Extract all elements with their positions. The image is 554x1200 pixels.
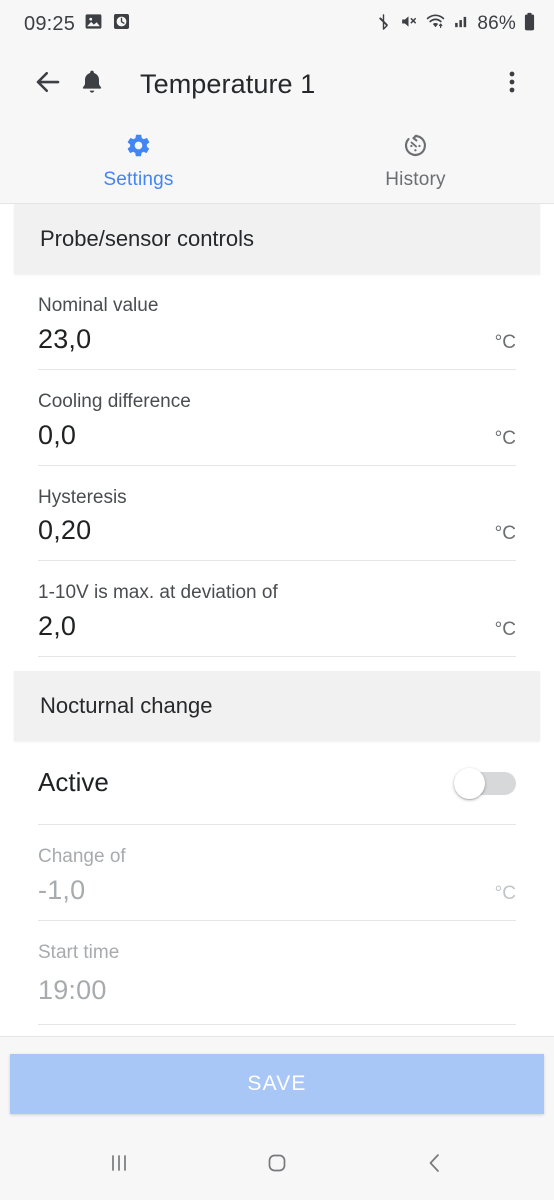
tab-history-label: History — [385, 169, 446, 190]
field-value[interactable]: 0,20 — [38, 515, 91, 546]
alarm-icon — [112, 12, 131, 36]
save-button[interactable]: SAVE — [10, 1053, 544, 1114]
field-label: Hysteresis — [38, 486, 127, 508]
tab-history[interactable]: History — [277, 120, 554, 203]
home-button[interactable] — [242, 1130, 312, 1200]
field-label: Change of — [38, 846, 126, 867]
wifi-icon — [425, 12, 446, 36]
section-title: Probe/sensor controls — [40, 226, 254, 251]
field-start-time: Start time 19:00 — [38, 921, 516, 1025]
tab-settings[interactable]: Settings — [0, 120, 277, 203]
field-label: Nominal value — [38, 295, 159, 316]
field-unit: °C — [494, 882, 516, 904]
toggle-label: Active — [38, 767, 109, 797]
field-unit: °C — [494, 619, 516, 640]
gallery-icon — [84, 12, 103, 36]
field-label: Cooling difference — [38, 390, 191, 412]
status-bar-clock: 09:25 — [24, 12, 76, 35]
settings-list[interactable]: Probe/sensor controls Nominal value 23,0… — [0, 204, 554, 1036]
tab-bar: Settings History — [0, 120, 554, 204]
field-value: 19:00 — [38, 974, 107, 1005]
field-unit: °C — [494, 523, 516, 545]
section-header-probe-sensor-controls: Probe/sensor controls — [14, 204, 540, 274]
page-title: Temperature 1 — [140, 68, 316, 99]
bluetooth-icon — [375, 12, 392, 37]
row-active-toggle[interactable]: Active — [38, 741, 516, 825]
app-bar: Temperature 1 — [0, 48, 554, 120]
battery-icon — [523, 12, 536, 37]
field-row: 0,0 °C — [38, 414, 516, 465]
field-change-of: Change of -1,0 °C — [38, 825, 516, 921]
battery-percent-label: 86% — [477, 13, 516, 34]
history-icon — [402, 132, 429, 164]
cellular-signal-icon — [453, 12, 470, 36]
field-unit: °C — [494, 427, 516, 449]
status-bar: 09:25 86% — [0, 0, 554, 48]
active-switch[interactable] — [454, 767, 516, 799]
field-row: 0,20 °C — [38, 509, 516, 560]
field-nominal-value[interactable]: Nominal value 23,0 °C — [38, 274, 516, 370]
field-row: 2,0 °C — [38, 605, 516, 656]
overflow-menu-button[interactable] — [490, 62, 534, 106]
field-label: 1-10V is max. at deviation of — [38, 582, 278, 604]
recents-icon — [106, 1150, 132, 1181]
field-row: 23,0 °C — [38, 318, 516, 369]
volume-muted-icon — [399, 12, 418, 36]
field-unit: °C — [494, 331, 516, 353]
recents-button[interactable] — [84, 1130, 154, 1200]
field-row: -1,0 °C — [38, 869, 516, 920]
back-arrow-icon — [33, 67, 63, 102]
field-cooling-difference[interactable]: Cooling difference 0,0 °C — [38, 370, 516, 466]
field-value[interactable]: 2,0 — [38, 611, 76, 642]
phone-screen: 09:25 86% Temperature 1 Settings History… — [0, 0, 554, 1200]
tab-settings-label: Settings — [103, 169, 174, 190]
field-hysteresis[interactable]: Hysteresis 0,20 °C — [38, 466, 516, 562]
field-value[interactable]: 23,0 — [38, 324, 91, 355]
overflow-menu-icon — [501, 69, 523, 100]
field-label: Start time — [38, 941, 120, 963]
field-1-10v-max-deviation[interactable]: 1-10V is max. at deviation of 2,0 °C — [38, 561, 516, 657]
notifications-button[interactable] — [70, 62, 114, 106]
status-bar-left: 09:25 — [24, 12, 131, 36]
switch-knob[interactable] — [454, 767, 485, 799]
save-bar: SAVE — [0, 1036, 554, 1130]
back-chevron-icon — [422, 1150, 448, 1181]
back-button[interactable] — [26, 62, 70, 106]
bell-icon — [78, 68, 106, 101]
home-icon — [264, 1150, 290, 1181]
nav-back-button[interactable] — [400, 1130, 470, 1200]
field-row: 19:00 — [38, 965, 516, 1024]
field-value: -1,0 — [38, 874, 86, 905]
section-title: Nocturnal change — [40, 693, 213, 718]
section-header-nocturnal-change: Nocturnal change — [14, 671, 540, 741]
system-nav-bar — [0, 1130, 554, 1200]
status-bar-right: 86% — [375, 12, 536, 37]
gear-icon — [125, 132, 152, 164]
field-value[interactable]: 0,0 — [38, 420, 76, 451]
